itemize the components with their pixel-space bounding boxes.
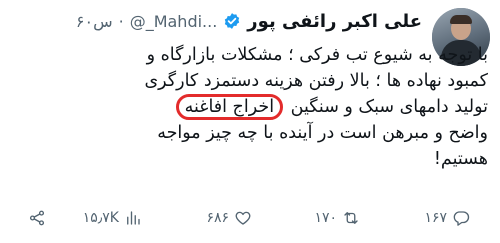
share-icon <box>29 210 45 226</box>
like-button[interactable]: ۶۸۶ <box>206 206 252 230</box>
retweet-button[interactable]: ۱۷۰ <box>314 206 360 230</box>
tweet-line: با توجه به شیوع تب فرکی ؛ مشکلات بازارگا… <box>146 45 488 65</box>
tweet-line: هستیم! <box>433 149 488 169</box>
views-count: ۱۵٫۷K <box>82 210 119 226</box>
tweet-line-text: تولید دامهای سبک و سنگین <box>290 97 488 117</box>
tweet-timestamp[interactable]: ۶۰س <box>76 12 113 31</box>
like-count: ۶۸۶ <box>206 210 229 226</box>
views-button[interactable]: ۱۵٫۷K <box>83 206 142 230</box>
tweet-text: با توجه به شیوع تب فرکی ؛ مشکلات بازارگا… <box>48 42 488 172</box>
tweet-line: کمبود نهاده ها ؛ بالا رفتن هزینه دستمزد … <box>144 71 488 91</box>
verified-badge-icon <box>223 12 241 30</box>
retweet-count: ۱۷۰ <box>314 210 337 226</box>
tweet-actions: ۱۶۷ ۱۷۰ ۶۸۶ ۱۵٫۷K <box>0 206 500 230</box>
reply-count: ۱۶۷ <box>424 210 447 226</box>
reply-icon <box>453 211 470 226</box>
reply-button[interactable]: ۱۶۷ <box>424 206 470 230</box>
author-handle[interactable]: @_Mahdi... <box>130 12 218 31</box>
heart-icon <box>235 211 251 225</box>
tweet-header: علی اکبر رائفی پور @_Mahdi... · ۶۰س <box>76 8 422 34</box>
highlighted-phrase-text: اخراج افاغنه <box>184 97 275 117</box>
share-button[interactable] <box>28 206 46 230</box>
separator-dot: · <box>118 11 124 31</box>
tweet: علی اکبر رائفی پور @_Mahdi... · ۶۰س با ت… <box>0 0 500 243</box>
tweet-line: تولید دامهای سبک و سنگین اخراج افاغنه <box>48 94 488 120</box>
tweet-line: واضح و مبرهن است در آینده با چه چیز مواج… <box>157 123 488 143</box>
author-name[interactable]: علی اکبر رائفی پور <box>247 11 422 32</box>
highlighted-phrase: اخراج افاغنه <box>175 94 284 120</box>
retweet-icon <box>344 212 358 224</box>
bar-chart-icon <box>127 211 140 225</box>
